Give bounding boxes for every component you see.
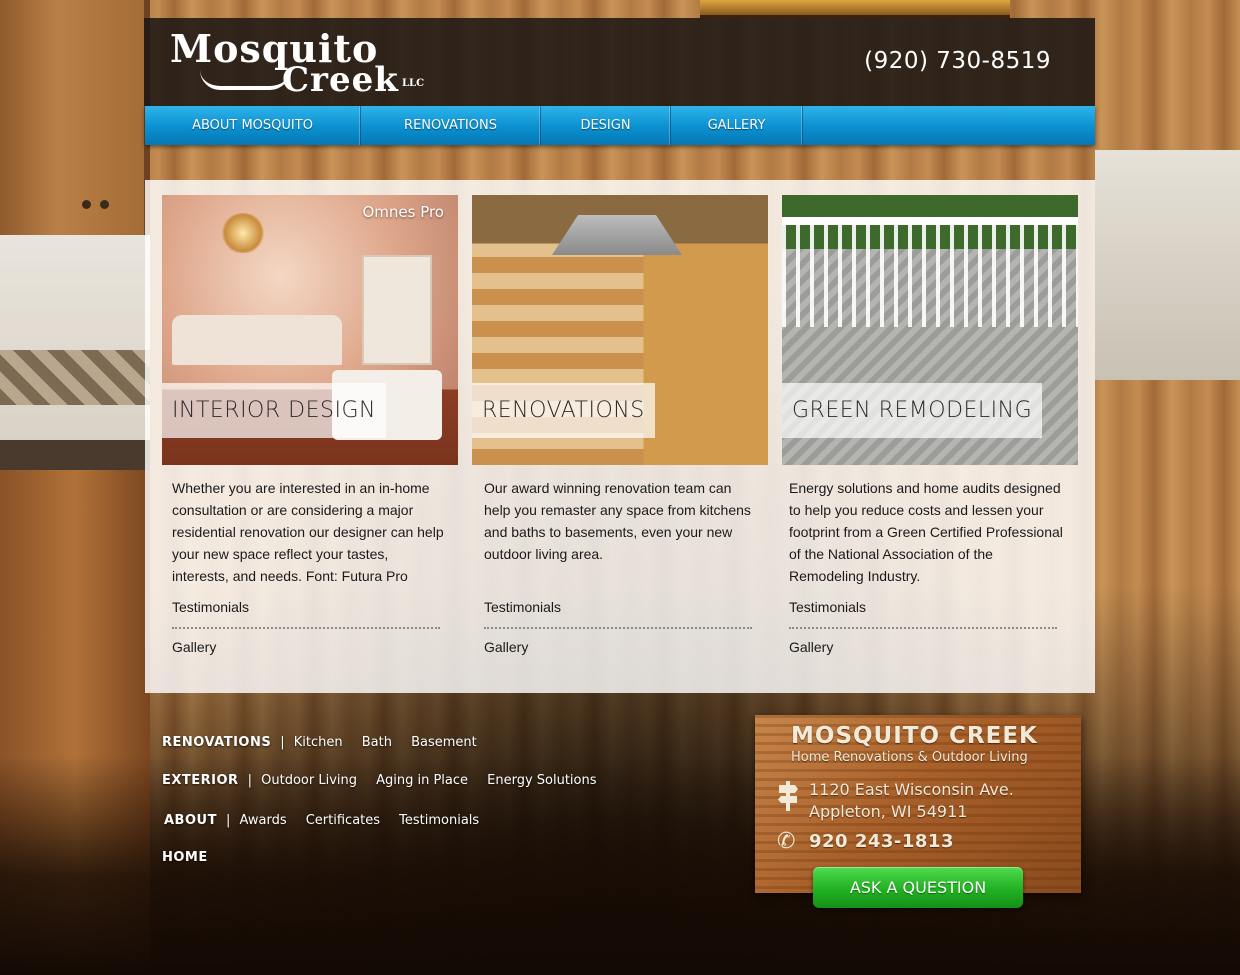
card-title[interactable]: RENOVATIONS xyxy=(472,383,655,438)
service-card-green-remodeling: GREEN REMODELING Energy solutions and ho… xyxy=(782,195,1078,655)
background-wall xyxy=(0,235,150,445)
card-title[interactable]: INTERIOR DESIGN xyxy=(162,383,386,438)
phone-icon: ✆ xyxy=(777,828,796,853)
site-header: Mosquito Creek LLC (920) 730-8519 xyxy=(144,18,1095,106)
signpost-icon xyxy=(778,781,798,811)
card-description: Whether you are interested in an in-home… xyxy=(172,480,444,584)
background-knob xyxy=(100,200,109,209)
range-hood-shape xyxy=(552,215,682,255)
service-card-interior-design: Omnes Pro INTERIOR DESIGN Whether you ar… xyxy=(162,195,458,655)
footer-link-outdoor-living[interactable]: Outdoor Living xyxy=(261,773,357,788)
footer-heading-renovations[interactable]: RENOVATIONS xyxy=(162,735,271,750)
footer-link-certificates[interactable]: Certificates xyxy=(306,813,380,828)
contact-subtitle: Home Renovations & Outdoor Living xyxy=(791,750,1028,765)
nav-item-renovations[interactable]: RENOVATIONS xyxy=(361,106,541,145)
gallery-link[interactable]: Gallery xyxy=(789,639,1057,655)
card-links: Testimonials Gallery xyxy=(172,599,440,655)
address-line1: 1120 East Wisconsin Ave. xyxy=(809,780,1014,799)
footer-row-about: ABOUT | Awards Certificates Testimonials xyxy=(164,809,493,828)
separator: | xyxy=(247,773,253,788)
renovations-image[interactable]: RENOVATIONS xyxy=(472,195,768,465)
sofa-shape xyxy=(172,315,342,365)
background-right-wall xyxy=(1095,150,1240,380)
testimonials-link[interactable]: Testimonials xyxy=(484,599,752,615)
contact-address: 1120 East Wisconsin Ave. Appleton, WI 54… xyxy=(809,779,1014,823)
chandelier-shape xyxy=(220,213,266,253)
dotted-divider xyxy=(789,619,1057,629)
card-links: Testimonials Gallery xyxy=(789,599,1057,655)
testimonials-link[interactable]: Testimonials xyxy=(789,599,1057,615)
logo-swoosh xyxy=(200,70,290,90)
footer-link-aging-in-place[interactable]: Aging in Place xyxy=(376,773,468,788)
gallery-link[interactable]: Gallery xyxy=(484,639,752,655)
nav-item-design[interactable]: DESIGN xyxy=(541,106,671,145)
footer-link-awards[interactable]: Awards xyxy=(240,813,287,828)
background-counter xyxy=(0,440,150,470)
testimonials-link[interactable]: Testimonials xyxy=(172,599,440,615)
background-tile-band xyxy=(0,350,150,405)
header-phone[interactable]: (920) 730-8519 xyxy=(864,48,1051,74)
interior-design-image[interactable]: Omnes Pro INTERIOR DESIGN xyxy=(162,195,458,465)
contact-phone[interactable]: 920 243-1813 xyxy=(809,831,954,852)
contact-title: MOSQUITO CREEK xyxy=(791,723,1038,749)
footer-link-kitchen[interactable]: Kitchen xyxy=(294,735,343,750)
card-description: Energy solutions and home audits designe… xyxy=(789,480,1063,584)
service-card-renovations: RENOVATIONS Our award winning renovation… xyxy=(472,195,768,655)
background-lamp xyxy=(700,0,1010,18)
main-nav: ABOUT MOSQUITO RENOVATIONS DESIGN GALLER… xyxy=(145,106,1095,145)
card-title[interactable]: GREEN REMODELING xyxy=(782,383,1043,438)
footer-row-home: HOME xyxy=(162,846,208,865)
card-links: Testimonials Gallery xyxy=(484,599,752,655)
dotted-divider xyxy=(172,619,440,629)
nav-item-about[interactable]: ABOUT MOSQUITO xyxy=(145,106,361,145)
footer-heading-exterior[interactable]: EXTERIOR xyxy=(162,773,239,788)
footer-heading-home[interactable]: HOME xyxy=(162,850,208,865)
cabinet-shape xyxy=(362,255,432,365)
dotted-divider xyxy=(484,619,752,629)
gallery-link[interactable]: Gallery xyxy=(172,639,440,655)
background-knob xyxy=(82,200,91,209)
services-panel: Omnes Pro INTERIOR DESIGN Whether you ar… xyxy=(145,180,1095,693)
address-line2: Appleton, WI 54911 xyxy=(809,802,968,821)
ask-a-question-button[interactable]: ASK A QUESTION xyxy=(813,867,1023,908)
logo[interactable]: Mosquito Creek LLC xyxy=(170,26,440,102)
logo-llc: LLC xyxy=(402,78,425,89)
card-description: Our award winning renovation team can he… xyxy=(484,480,751,562)
separator: | xyxy=(280,735,285,750)
footer-link-bath[interactable]: Bath xyxy=(362,735,392,750)
nav-item-gallery[interactable]: GALLERY xyxy=(671,106,803,145)
footer-link-testimonials[interactable]: Testimonials xyxy=(399,813,479,828)
footer-row-renovations: RENOVATIONS | Kitchen Bath Basement xyxy=(162,731,491,750)
background-cabinet xyxy=(0,0,150,240)
logo-text-line2: Creek xyxy=(282,60,399,100)
green-remodeling-image[interactable]: GREEN REMODELING xyxy=(782,195,1078,465)
railing-top-shape xyxy=(782,217,1078,225)
footer-link-energy-solutions[interactable]: Energy Solutions xyxy=(487,773,596,788)
railing-shape xyxy=(782,217,1078,327)
footer-link-basement[interactable]: Basement xyxy=(411,735,477,750)
separator: | xyxy=(226,813,231,828)
image-caption: Omnes Pro xyxy=(362,203,444,221)
footer-heading-about[interactable]: ABOUT xyxy=(164,813,217,828)
footer-row-exterior: EXTERIOR | Outdoor Living Aging in Place… xyxy=(162,769,611,788)
